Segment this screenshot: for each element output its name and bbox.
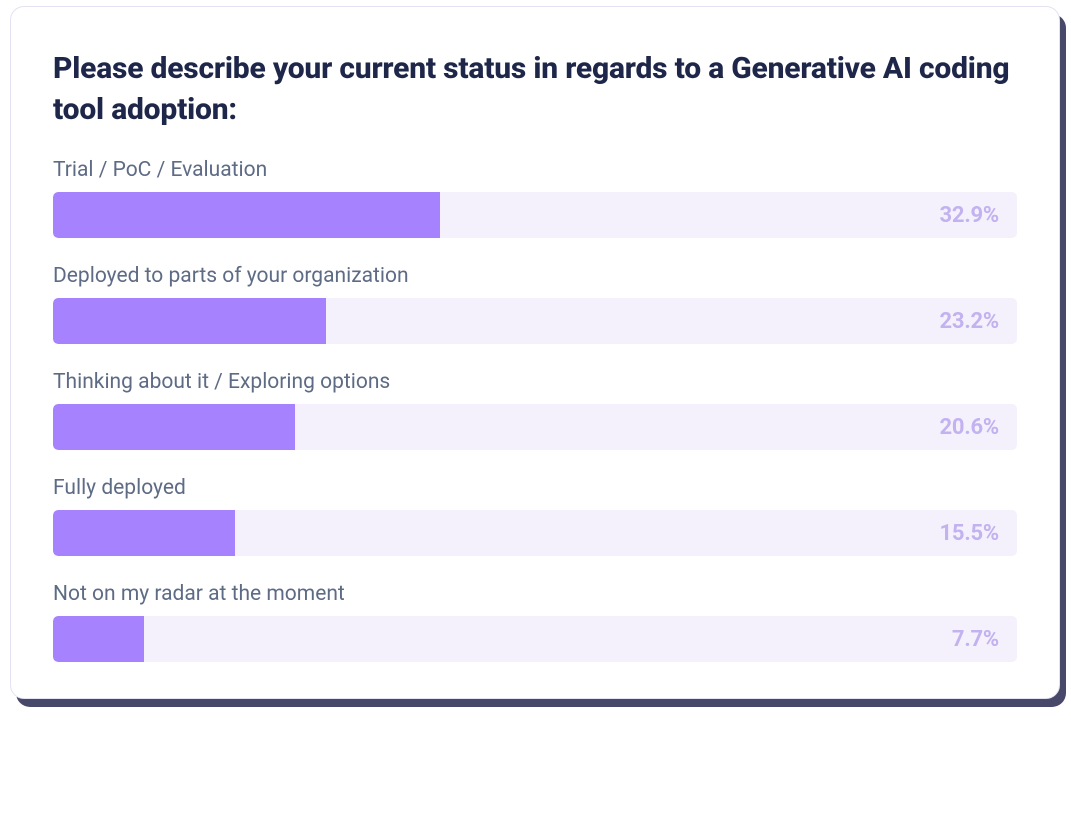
bar-value: 20.6% bbox=[939, 415, 999, 440]
bar-value: 32.9% bbox=[939, 203, 999, 228]
chart-title: Please describe your current status in r… bbox=[53, 49, 1017, 130]
bar-track: 15.5% bbox=[53, 510, 1017, 556]
bar-group: Thinking about it / Exploring options 20… bbox=[53, 370, 1017, 450]
bar-group: Not on my radar at the moment 7.7% bbox=[53, 582, 1017, 662]
bar-label: Not on my radar at the moment bbox=[53, 582, 1017, 606]
survey-card: Please describe your current status in r… bbox=[10, 6, 1060, 699]
bar-label: Deployed to parts of your organization bbox=[53, 264, 1017, 288]
bar-value: 23.2% bbox=[939, 309, 999, 334]
bar-group: Deployed to parts of your organization 2… bbox=[53, 264, 1017, 344]
bar-label: Trial / PoC / Evaluation bbox=[53, 158, 1017, 182]
bar-group: Trial / PoC / Evaluation 32.9% bbox=[53, 158, 1017, 238]
bar-label: Fully deployed bbox=[53, 476, 1017, 500]
bar-fill bbox=[53, 616, 144, 662]
bar-chart: Trial / PoC / Evaluation 32.9% Deployed … bbox=[53, 158, 1017, 662]
bar-label: Thinking about it / Exploring options bbox=[53, 370, 1017, 394]
bar-fill bbox=[53, 404, 295, 450]
bar-track: 32.9% bbox=[53, 192, 1017, 238]
bar-track: 20.6% bbox=[53, 404, 1017, 450]
bar-track: 7.7% bbox=[53, 616, 1017, 662]
bar-fill bbox=[53, 510, 235, 556]
bar-group: Fully deployed 15.5% bbox=[53, 476, 1017, 556]
bar-value: 15.5% bbox=[939, 521, 999, 546]
bar-value: 7.7% bbox=[952, 627, 999, 652]
bar-track: 23.2% bbox=[53, 298, 1017, 344]
bar-fill bbox=[53, 298, 326, 344]
bar-fill bbox=[53, 192, 440, 238]
